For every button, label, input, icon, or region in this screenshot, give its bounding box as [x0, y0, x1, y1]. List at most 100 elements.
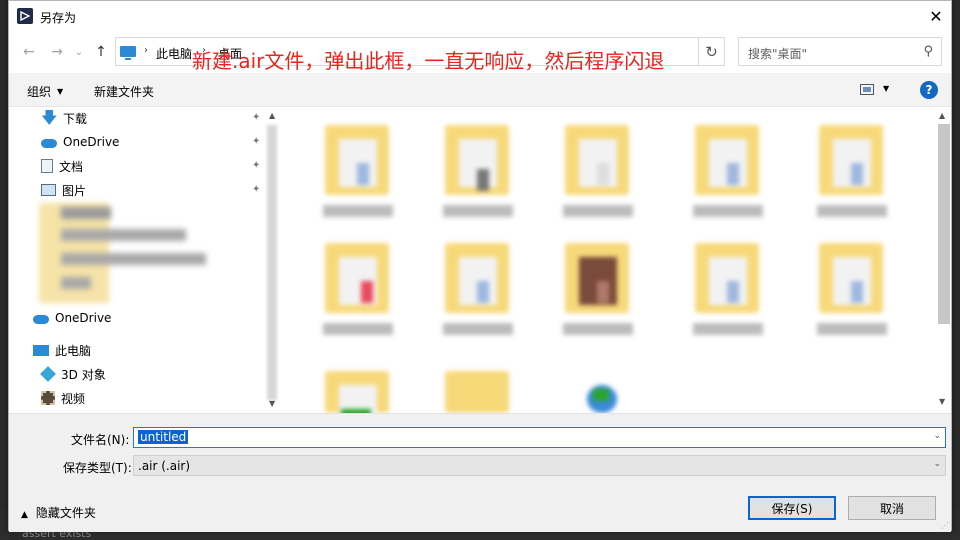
- cube-icon: [40, 366, 56, 382]
- organize-label: 组织: [27, 85, 52, 99]
- view-options-icon[interactable]: [860, 84, 874, 95]
- file-item[interactable]: [433, 231, 523, 349]
- sidebar-item-label: 文档: [59, 159, 84, 174]
- search-icon: ⚲: [923, 44, 933, 59]
- file-item[interactable]: [313, 359, 403, 421]
- chevron-down-icon[interactable]: ⌄: [933, 431, 941, 441]
- chevron-down-icon: ⌄: [933, 459, 941, 469]
- sidebar-item-label: 视频: [61, 391, 86, 406]
- refresh-button[interactable]: ↻: [699, 37, 725, 66]
- sidebar-item-downloads[interactable]: 🡇 下载: [41, 108, 87, 128]
- dialog-title: 另存为: [40, 11, 77, 25]
- pin-icon: ✦: [252, 160, 261, 171]
- breadcrumb-item-this-pc[interactable]: 此电脑: [156, 45, 192, 62]
- sidebar-item-label: 3D 对象: [61, 367, 106, 382]
- pin-icon: ✦: [252, 184, 261, 195]
- video-icon: [41, 391, 55, 405]
- help-icon: ?: [925, 83, 933, 97]
- computer-icon: [33, 344, 49, 356]
- file-item[interactable]: [553, 231, 643, 349]
- file-item[interactable]: [683, 113, 773, 231]
- view-options-caret-icon[interactable]: ▼: [883, 84, 889, 93]
- file-item[interactable]: [313, 231, 403, 349]
- save-button[interactable]: 保存(S): [748, 496, 836, 520]
- redacted-label: [61, 207, 111, 219]
- save-button-label: 保存(S): [771, 501, 813, 516]
- sidebar-item-label: 图片: [62, 183, 87, 198]
- sidebar-item-pictures[interactable]: 图片: [41, 180, 86, 200]
- pin-icon: ✦: [252, 136, 261, 147]
- resize-grip-icon[interactable]: ⋰: [941, 521, 949, 530]
- back-arrow-icon: ←: [23, 44, 35, 60]
- sidebar-item-documents[interactable]: 文档: [41, 156, 83, 176]
- file-item[interactable]: [573, 373, 663, 413]
- search-input[interactable]: 搜索"桌面" ⚲: [738, 37, 942, 66]
- hide-folders-toggle[interactable]: ▲ 隐藏文件夹: [21, 504, 96, 521]
- file-item[interactable]: [553, 113, 643, 231]
- sidebar-item-label: OneDrive: [55, 311, 112, 325]
- help-button[interactable]: ?: [920, 81, 938, 99]
- cancel-button[interactable]: 取消: [848, 496, 936, 520]
- redacted-label: [61, 253, 206, 265]
- hide-folders-label: 隐藏文件夹: [35, 506, 96, 520]
- sidebar-item-label: OneDrive: [63, 135, 120, 149]
- save-as-dialog: 另存为 ✕ ← → ⌄ ↑ › 此电脑 › 桌面 ⌄ 新建.air文件，弹出此框…: [8, 0, 952, 532]
- search-placeholder: 搜索"桌面": [748, 47, 808, 61]
- sidebar-item-videos[interactable]: 视频: [41, 388, 85, 408]
- cloud-icon: [33, 315, 49, 324]
- download-icon: 🡇: [41, 108, 58, 127]
- new-folder-label: 新建文件夹: [94, 85, 155, 99]
- command-bar: 组织 ▼ 新建文件夹 ▼ ?: [9, 73, 951, 107]
- filename-label: 文件名(N):: [71, 433, 130, 447]
- file-item[interactable]: [433, 359, 523, 413]
- up-button[interactable]: ↑: [91, 42, 111, 62]
- scroll-down-icon[interactable]: ▼: [269, 399, 275, 408]
- sidebar-item-3d-objects[interactable]: 3D 对象: [40, 364, 106, 384]
- redacted-label: [61, 277, 91, 289]
- file-item[interactable]: [807, 113, 897, 231]
- sidebar-item-label: 此电脑: [55, 343, 92, 358]
- computer-icon: [120, 46, 136, 60]
- document-icon: [41, 159, 53, 173]
- picture-icon: [41, 184, 56, 196]
- file-item[interactable]: [313, 113, 403, 231]
- close-icon: ✕: [929, 6, 943, 26]
- forward-button[interactable]: →: [47, 42, 67, 62]
- caret-down-icon: ▼: [57, 87, 64, 96]
- filename-input[interactable]: untitled ⌄: [133, 427, 946, 448]
- sidebar-item-label: 下载: [63, 111, 88, 126]
- navigation-row: ← → ⌄ ↑ › 此电脑 › 桌面 ⌄ 新建.air文件，弹出此框，一直无响应…: [9, 37, 951, 73]
- new-folder-button[interactable]: 新建文件夹: [94, 83, 154, 100]
- filetype-select[interactable]: .air (.air) ⌄: [133, 455, 946, 476]
- scroll-down-icon[interactable]: ▼: [939, 397, 945, 406]
- file-list: [283, 107, 937, 421]
- filetype-label: 保存类型(T):: [63, 461, 132, 475]
- sidebar-item-this-pc[interactable]: 此电脑: [33, 340, 91, 360]
- close-button[interactable]: ✕: [921, 1, 951, 31]
- sidebar-scrollbar-thumb[interactable]: [267, 125, 277, 400]
- organize-menu-button[interactable]: 组织 ▼: [27, 83, 63, 100]
- title-bar: 另存为 ✕: [9, 1, 951, 31]
- breadcrumb-separator: ›: [144, 45, 148, 56]
- sidebar-item-onedrive[interactable]: OneDrive: [33, 308, 111, 328]
- sidebar-item-onedrive-quick[interactable]: OneDrive: [41, 132, 119, 152]
- pin-icon: ✦: [252, 112, 261, 123]
- back-button[interactable]: ←: [19, 42, 39, 62]
- app-icon: [17, 8, 33, 24]
- file-item[interactable]: [683, 231, 773, 349]
- file-item[interactable]: [433, 113, 523, 231]
- cloud-icon: [41, 139, 57, 148]
- recent-locations-button[interactable]: ⌄: [69, 42, 89, 62]
- file-list-scrollbar-thumb[interactable]: [938, 124, 950, 324]
- redacted-label: [61, 229, 186, 241]
- cancel-button-label: 取消: [879, 501, 904, 516]
- up-arrow-icon: ↑: [95, 44, 107, 60]
- save-options-panel: 文件名(N): untitled ⌄ 保存类型(T): .air (.air) …: [9, 413, 951, 532]
- scroll-up-icon[interactable]: ▲: [939, 111, 945, 120]
- filetype-value: .air (.air): [138, 459, 191, 473]
- file-item[interactable]: [807, 231, 897, 349]
- filename-value: untitled: [138, 430, 189, 444]
- forward-arrow-icon: →: [51, 44, 63, 60]
- chevron-down-icon: ⌄: [74, 46, 84, 58]
- scroll-up-icon[interactable]: ▲: [269, 111, 275, 120]
